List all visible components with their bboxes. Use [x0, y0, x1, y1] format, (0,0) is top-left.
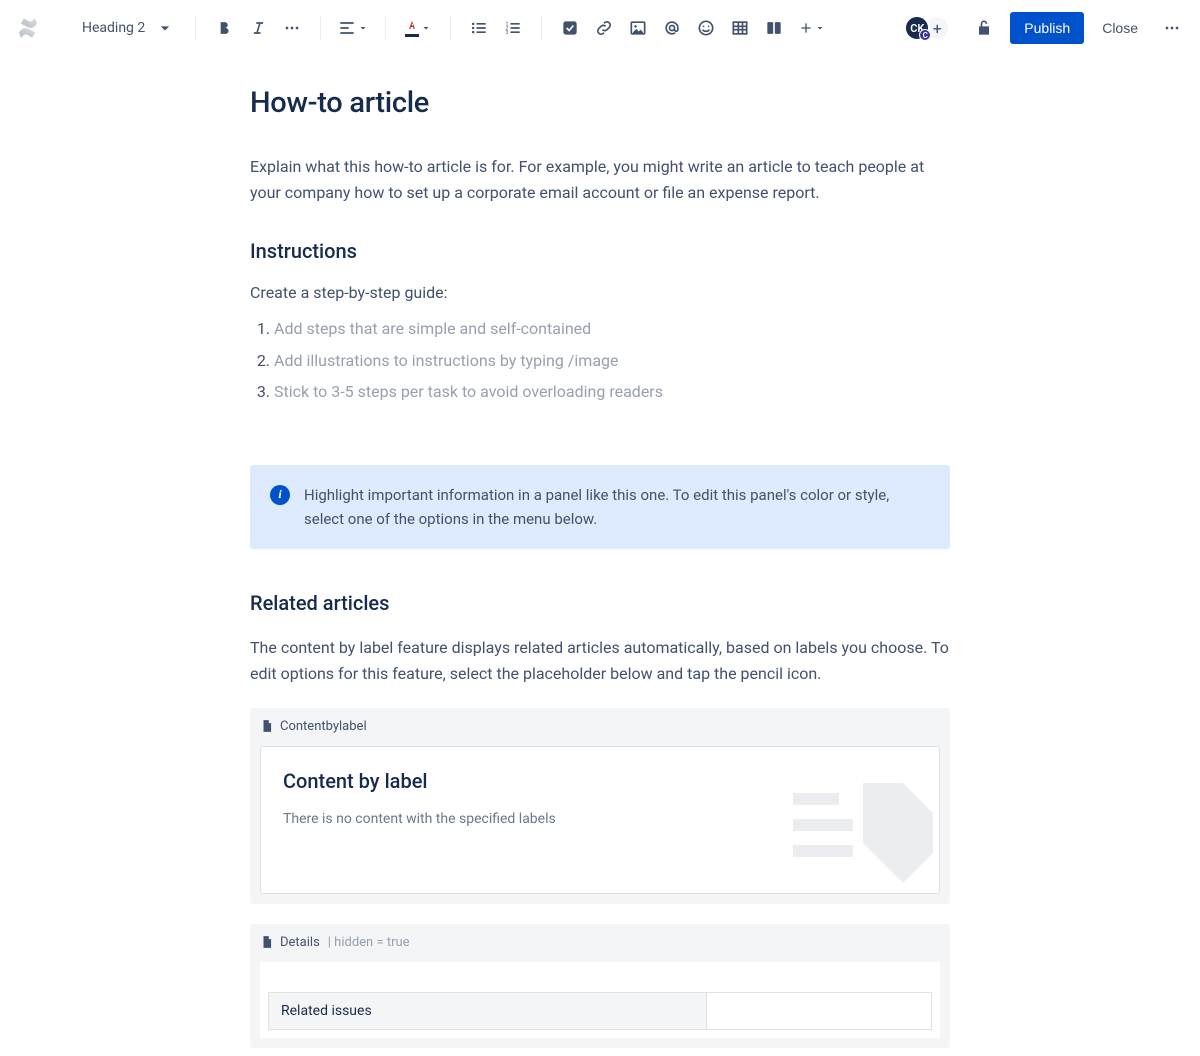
separator	[320, 16, 321, 40]
separator	[450, 16, 451, 40]
content-by-label-macro[interactable]: Contentbylabel Content by label There is…	[250, 708, 950, 904]
italic-button[interactable]	[242, 12, 274, 44]
confluence-logo-icon[interactable]	[16, 16, 40, 40]
chevron-down-icon	[420, 22, 432, 34]
macro-header: Contentbylabel	[260, 716, 940, 736]
align-button[interactable]	[333, 12, 373, 44]
bold-button[interactable]	[208, 12, 240, 44]
document-icon	[260, 934, 274, 950]
text-style-select[interactable]: Heading 2	[74, 12, 183, 44]
more-actions-button[interactable]	[1156, 12, 1188, 44]
editor-toolbar: Heading 2 123	[0, 0, 1200, 56]
mention-button[interactable]	[656, 12, 688, 44]
macro-body[interactable]: Related issues	[260, 962, 940, 1038]
list-item: Stick to 3-5 steps per task to avoid ove…	[274, 379, 950, 405]
instructions-list[interactable]: Add steps that are simple and self-conta…	[250, 316, 950, 405]
restrictions-button[interactable]	[968, 12, 1000, 44]
table-cell[interactable]	[706, 993, 931, 1030]
editor-content[interactable]: How-to article Explain what this how-to …	[250, 86, 950, 1048]
numbered-list-button[interactable]: 123	[497, 12, 529, 44]
text-color-button[interactable]	[398, 12, 438, 44]
action-item-button[interactable]	[554, 12, 586, 44]
image-button[interactable]	[622, 12, 654, 44]
table-header-cell[interactable]: Related issues	[269, 993, 707, 1030]
chevron-down-icon	[357, 22, 369, 34]
macro-header: Details | hidden = true	[260, 932, 940, 952]
instructions-sub[interactable]: Create a step-by-step guide:	[250, 283, 950, 302]
related-heading[interactable]: Related articles	[250, 591, 950, 615]
page-title[interactable]: How-to article	[250, 86, 950, 120]
info-icon: i	[270, 485, 290, 505]
separator	[541, 16, 542, 40]
document-icon	[260, 718, 274, 734]
details-table[interactable]: Related issues	[268, 992, 932, 1030]
intro-paragraph[interactable]: Explain what this how-to article is for.…	[250, 154, 950, 205]
table-row: Related issues	[269, 993, 932, 1030]
more-formatting-button[interactable]	[276, 12, 308, 44]
user-avatar[interactable]: CK C	[904, 15, 930, 41]
avatar-stack: CK C +	[904, 15, 950, 41]
link-button[interactable]	[588, 12, 620, 44]
label-illustration-icon	[793, 783, 933, 883]
publish-button[interactable]: Publish	[1010, 12, 1084, 44]
emoji-button[interactable]	[690, 12, 722, 44]
chevron-down-icon	[155, 18, 175, 38]
macro-header-label: Contentbylabel	[280, 719, 367, 734]
instructions-heading[interactable]: Instructions	[250, 239, 950, 263]
details-macro[interactable]: Details | hidden = true Related issues	[250, 924, 950, 1048]
list-item: Add steps that are simple and self-conta…	[274, 316, 950, 342]
layouts-button[interactable]	[758, 12, 790, 44]
chevron-down-icon	[814, 22, 826, 34]
bullet-list-button[interactable]	[463, 12, 495, 44]
macro-body[interactable]: Content by label There is no content wit…	[260, 746, 940, 894]
list-item: Add illustrations to instructions by typ…	[274, 348, 950, 374]
svg-text:3: 3	[506, 30, 509, 36]
insert-button[interactable]	[792, 12, 832, 44]
info-panel[interactable]: i Highlight important information in a p…	[250, 465, 950, 549]
related-intro[interactable]: The content by label feature displays re…	[250, 635, 950, 686]
unlock-icon	[974, 18, 994, 38]
macro-header-label: Details	[280, 935, 320, 950]
text-style-label: Heading 2	[82, 20, 145, 36]
separator	[385, 16, 386, 40]
close-button[interactable]: Close	[1094, 12, 1146, 44]
separator	[195, 16, 196, 40]
panel-text[interactable]: Highlight important information in a pan…	[304, 483, 930, 531]
table-button[interactable]	[724, 12, 756, 44]
macro-header-meta: | hidden = true	[328, 935, 410, 950]
